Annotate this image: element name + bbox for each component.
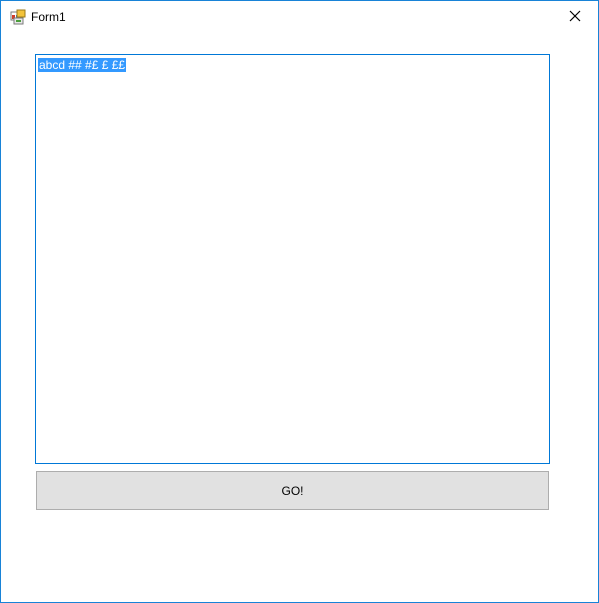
winforms-app-icon — [10, 9, 26, 25]
window-title: Form1 — [31, 10, 66, 24]
go-button[interactable]: GO! — [36, 471, 549, 510]
form1-window: Form1 abcd ## #£ £ ££ GO! — [0, 0, 599, 603]
close-icon — [569, 10, 581, 22]
multiline-textbox[interactable]: abcd ## #£ £ ££ — [35, 54, 550, 464]
close-button[interactable] — [552, 1, 598, 31]
title-bar[interactable]: Form1 — [1, 1, 598, 31]
selected-text[interactable]: abcd ## #£ £ ££ — [38, 58, 127, 72]
